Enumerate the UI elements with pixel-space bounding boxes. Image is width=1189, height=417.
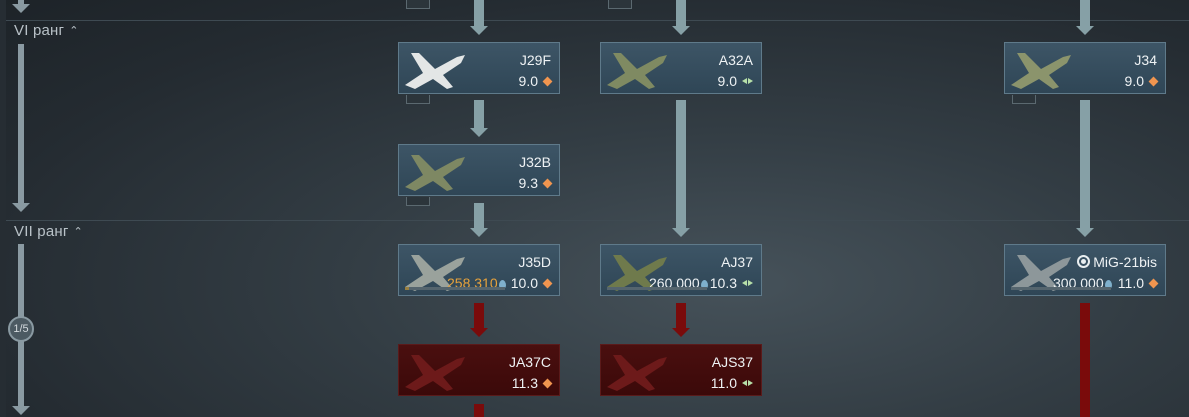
battle-rating: 9.0 xyxy=(1124,73,1159,89)
diamond-icon xyxy=(1148,76,1159,87)
chevron-up-icon: ⌃ xyxy=(73,226,83,238)
arrow-down-icon xyxy=(12,203,30,212)
battle-rating: 10.0 xyxy=(510,275,553,291)
locked-connector xyxy=(676,303,686,329)
research-progress-bar xyxy=(405,287,505,290)
vehicle-card-j29f[interactable]: J29F 9.0 xyxy=(398,42,560,94)
br-value: 11.0 xyxy=(710,375,737,391)
vehicle-card-mig-21bis[interactable]: MiG-21bis 300 000 11.0 xyxy=(1004,244,1166,296)
diamond-icon xyxy=(542,278,553,289)
folder-tab xyxy=(406,197,430,206)
rank-page-badge: 1/5 xyxy=(8,316,34,342)
rank-label: VII ранг xyxy=(14,223,69,240)
br-value: 10.3 xyxy=(709,275,737,291)
vehicle-card-j34[interactable]: J34 9.0 xyxy=(1004,42,1166,94)
vehicle-name-text: MiG-21bis xyxy=(1093,254,1157,270)
folder-tab xyxy=(406,0,430,9)
locked-connector xyxy=(474,303,484,329)
jet-aircraft-icon xyxy=(401,347,471,395)
vehicle-name: J34 xyxy=(1134,52,1157,68)
tree-connector xyxy=(676,100,686,228)
folder-tab xyxy=(608,0,632,9)
left-edge-bar xyxy=(0,0,6,417)
br-value: 9.0 xyxy=(717,73,737,89)
jet-aircraft-icon xyxy=(401,45,471,93)
locked-connector xyxy=(1080,303,1090,417)
tree-connector xyxy=(474,100,484,128)
battle-rating: 11.0 xyxy=(711,375,753,391)
arrow-down-icon xyxy=(470,26,488,35)
arrow-down-icon xyxy=(1076,228,1094,237)
rank-vii-header[interactable]: VII ранг ⌃ xyxy=(14,223,83,240)
rank-separator xyxy=(0,20,1189,21)
rank-progress-line xyxy=(18,44,24,204)
battle-rating: 9.0 xyxy=(718,73,753,89)
diamond-icon xyxy=(1148,278,1159,289)
jet-aircraft-icon xyxy=(1007,45,1077,93)
arrow-down-icon xyxy=(470,128,488,137)
arrow-down-icon xyxy=(470,228,488,237)
vehicle-name: J32B xyxy=(519,154,551,170)
diamond-icon xyxy=(542,178,553,189)
vehicle-card-j32b[interactable]: J32B 9.3 xyxy=(398,144,560,196)
leaf-icon xyxy=(742,78,753,84)
arrow-down-icon xyxy=(672,228,690,237)
jet-aircraft-icon xyxy=(603,45,673,93)
arrow-down-icon xyxy=(12,4,30,13)
vehicle-card-ja37c[interactable]: JA37C 11.3 xyxy=(398,344,560,396)
arrow-down-icon xyxy=(470,328,488,337)
br-value: 9.0 xyxy=(1124,73,1144,89)
jet-aircraft-icon xyxy=(603,347,673,395)
arrow-down-icon xyxy=(672,26,690,35)
arrow-down-icon xyxy=(12,406,30,415)
vehicle-name: J35D xyxy=(518,254,551,270)
vehicle-name: A32A xyxy=(718,52,753,68)
vehicle-name: AJS37 xyxy=(711,354,753,370)
battle-rating: 9.0 xyxy=(518,73,553,89)
tree-connector xyxy=(474,203,484,228)
tree-connector xyxy=(676,0,686,26)
br-value: 11.0 xyxy=(1117,275,1144,291)
rank-vi-header[interactable]: VI ранг ⌃ xyxy=(14,22,79,39)
tree-connector xyxy=(474,0,484,26)
battle-rating: 9.3 xyxy=(518,175,553,191)
locked-connector xyxy=(474,404,484,417)
br-value: 10.0 xyxy=(510,275,538,291)
battle-rating: 11.0 xyxy=(1117,275,1159,291)
folder-tab xyxy=(1012,95,1036,104)
vehicle-name: AJ37 xyxy=(721,254,753,270)
diamond-icon xyxy=(542,76,553,87)
jet-aircraft-icon xyxy=(401,147,471,195)
rank-label: VI ранг xyxy=(14,22,65,39)
arrow-down-icon xyxy=(1076,26,1094,35)
battle-rating: 10.3 xyxy=(710,275,753,291)
target-icon xyxy=(1077,255,1091,268)
vehicle-card-a32a[interactable]: A32A 9.0 xyxy=(600,42,762,94)
br-value: 9.0 xyxy=(518,73,538,89)
vehicle-card-aj37[interactable]: AJ37 260 000 10.3 xyxy=(600,244,762,296)
tree-connector xyxy=(1080,0,1090,26)
vehicle-card-j35d[interactable]: J35D 258 310 10.0 xyxy=(398,244,560,296)
battle-rating: 11.3 xyxy=(511,375,553,391)
chevron-up-icon: ⌃ xyxy=(69,25,79,37)
leaf-icon xyxy=(742,380,753,386)
arrow-down-icon xyxy=(672,328,690,337)
vehicle-card-ajs37[interactable]: AJS37 11.0 xyxy=(600,344,762,396)
research-progress-bar xyxy=(1011,287,1111,290)
br-value: 9.3 xyxy=(518,175,538,191)
research-progress-bar xyxy=(607,287,707,290)
vehicle-name: JA37C xyxy=(508,354,551,370)
folder-tab xyxy=(406,95,430,104)
diamond-icon xyxy=(542,378,553,389)
rank-separator xyxy=(0,220,1189,221)
tree-connector xyxy=(1080,100,1090,228)
leaf-icon xyxy=(742,280,753,286)
vehicle-name: MiG-21bis xyxy=(1077,254,1157,270)
vehicle-name: J29F xyxy=(519,52,551,68)
research-progress-fill xyxy=(405,287,409,290)
br-value: 11.3 xyxy=(511,375,538,391)
